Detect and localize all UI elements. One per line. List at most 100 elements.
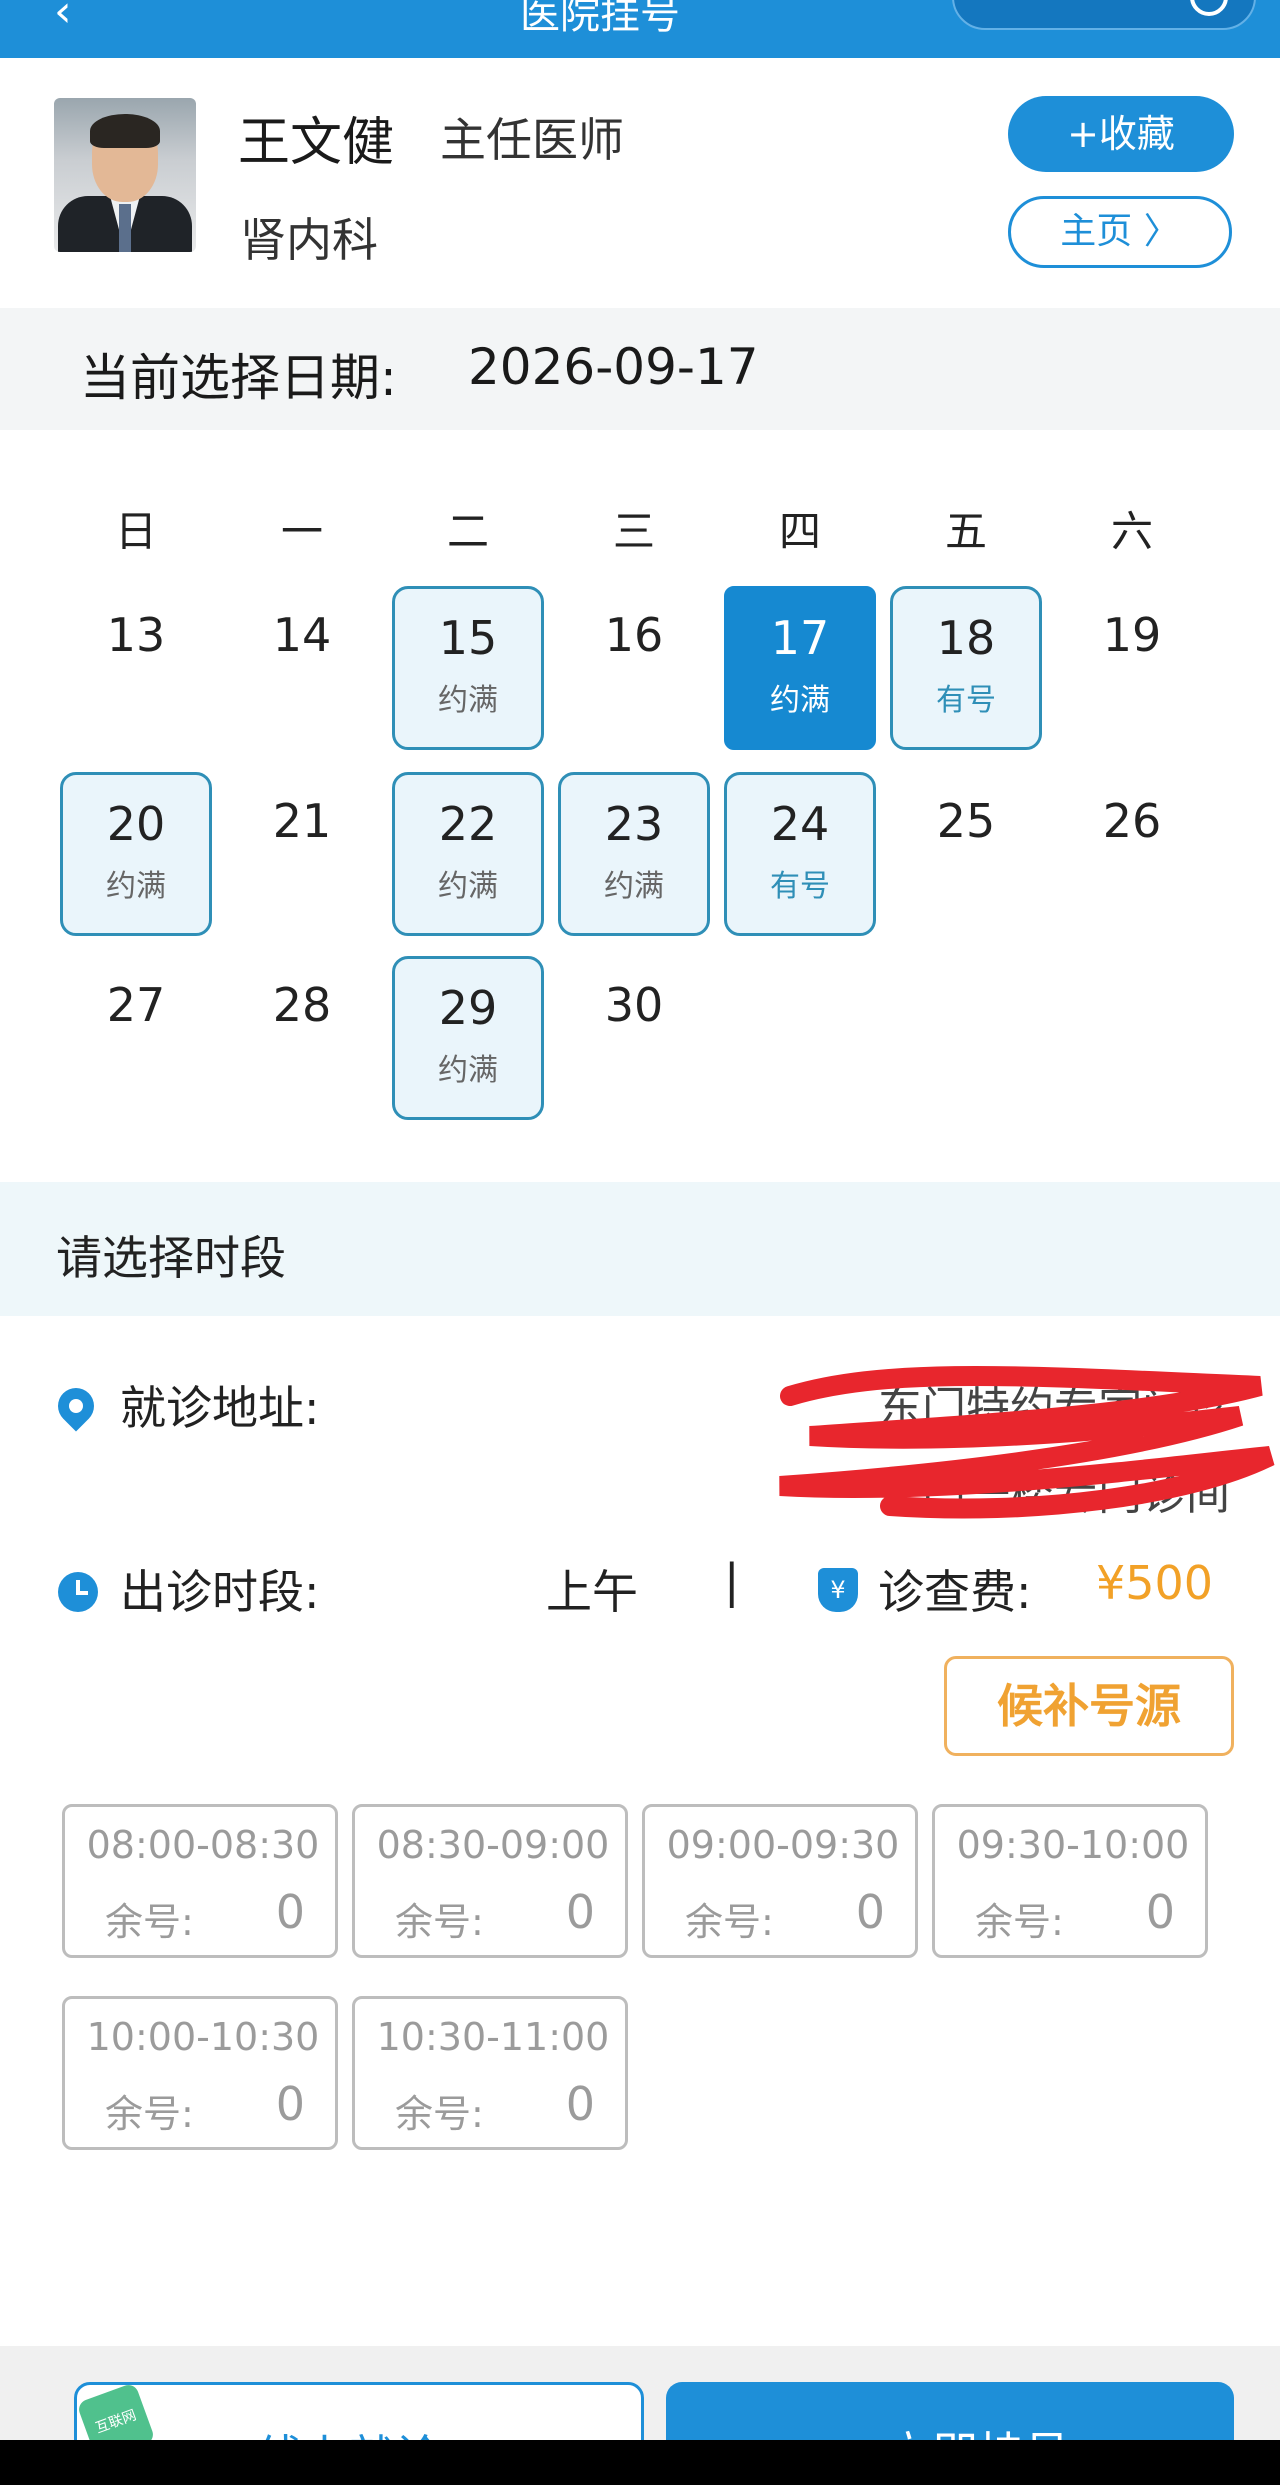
waitlist-button[interactable]: 候补号源 [944, 1656, 1234, 1756]
calendar-day[interactable]: 24 有号 [724, 772, 876, 936]
slot-remaining-count: 0 [855, 1885, 885, 1939]
calendar-day: 27 [60, 956, 212, 1120]
slot-remaining-label: 余号: [105, 1900, 194, 1944]
day-number: 23 [604, 797, 664, 851]
slot-remaining-label: 余号: [975, 1900, 1064, 1944]
slot-time: 10:30-11:00 [376, 2015, 610, 2059]
slot-remaining-count: 0 [565, 2077, 595, 2131]
calendar-day[interactable]: 22 约满 [392, 772, 544, 936]
time-period-label: 出诊时段: [120, 1565, 320, 1619]
time-slot[interactable]: 09:00-09:30 余号: 0 [642, 1804, 918, 1958]
day-status: 约满 [438, 869, 498, 904]
close-circle-icon[interactable] [1190, 0, 1228, 16]
calendar-day: 21 [226, 772, 378, 936]
calendar-day[interactable]: 23 约满 [558, 772, 710, 936]
redaction-scribble [779, 1366, 1275, 1519]
calendar-day: 13 [60, 586, 212, 750]
slot-remaining-count: 0 [275, 1885, 305, 1939]
back-icon[interactable]: ‹ [54, 0, 72, 37]
selected-date-label: 当前选择日期: [80, 349, 397, 407]
calendar-day: 30 [558, 956, 710, 1120]
day-number: 17 [770, 611, 830, 665]
day-status: 约满 [604, 869, 664, 904]
selected-date-row: 当前选择日期: 2026-09-17 [0, 308, 1280, 430]
day-number: 20 [106, 797, 166, 851]
day-status: 约满 [770, 683, 830, 718]
day-number: 26 [1102, 794, 1162, 848]
day-number: 27 [106, 978, 166, 1032]
doctor-avatar [54, 98, 196, 252]
page: ‹ 医院挂号 王文健 主任医师 肾内科 +收藏 主页 〉 当前选择日期: 202… [0, 0, 1280, 2485]
day-number: 19 [1102, 608, 1162, 662]
doctor-title: 主任医师 [440, 113, 624, 167]
slot-time: 08:00-08:30 [86, 1823, 320, 1867]
fee-icon: ¥ [818, 1568, 858, 1612]
day-number: 28 [272, 978, 332, 1032]
weekday-header: 日 [114, 507, 157, 556]
calendar-day[interactable]: 15 约满 [392, 586, 544, 750]
day-number: 21 [272, 794, 332, 848]
slot-time: 09:00-09:30 [666, 1823, 900, 1867]
system-nav-bar [0, 2440, 1280, 2485]
doctor-department: 肾内科 [240, 213, 378, 267]
day-status: 约满 [438, 683, 498, 718]
calendar-day: 25 [890, 772, 1042, 936]
period-section-title: 请选择时段 [56, 1231, 286, 1285]
calendar-day[interactable]: 20 约满 [60, 772, 212, 936]
calendar-day: 14 [226, 586, 378, 750]
slot-remaining-count: 0 [1145, 1885, 1175, 1939]
day-number: 15 [438, 611, 498, 665]
day-status: 有号 [770, 869, 830, 904]
day-number: 16 [604, 608, 664, 662]
calendar-day[interactable]: 18 有号 [890, 586, 1042, 750]
location-pin-icon [50, 1380, 102, 1432]
doctor-home-button[interactable]: 主页 〉 [1008, 196, 1232, 268]
time-slot[interactable]: 09:30-10:00 余号: 0 [932, 1804, 1208, 1958]
doctor-card: 王文健 主任医师 肾内科 +收藏 主页 〉 [0, 58, 1280, 308]
slot-remaining-label: 余号: [105, 2092, 194, 2136]
weekday-header: 二 [446, 507, 489, 556]
calendar-day: 16 [558, 586, 710, 750]
avatar-hair [90, 114, 160, 148]
fee-value: ¥500 [1096, 1556, 1214, 1610]
selected-date-value: 2026-09-17 [468, 338, 759, 396]
time-slot[interactable]: 08:00-08:30 余号: 0 [62, 1804, 338, 1958]
day-number: 30 [604, 978, 664, 1032]
day-number: 13 [106, 608, 166, 662]
calendar-day[interactable]: 29 约满 [392, 956, 544, 1120]
fee-label: 诊查费: [878, 1565, 1032, 1619]
page-title: 医院挂号 [520, 0, 680, 38]
time-period-value: 上午 [546, 1565, 638, 1619]
time-slot[interactable]: 10:30-11:00 余号: 0 [352, 1996, 628, 2150]
slot-remaining-count: 0 [275, 2077, 305, 2131]
avatar-tie [119, 204, 131, 252]
day-number: 14 [272, 608, 332, 662]
day-number: 22 [438, 797, 498, 851]
mini-program-capsule[interactable] [952, 0, 1256, 30]
calendar-day: 19 [1056, 586, 1208, 750]
time-slot[interactable]: 08:30-09:00 余号: 0 [352, 1804, 628, 1958]
weekday-header: 一 [280, 507, 323, 556]
clock-icon [58, 1572, 98, 1612]
slot-time: 10:00-10:30 [86, 2015, 320, 2059]
day-status: 约满 [438, 1053, 498, 1088]
favorite-button[interactable]: +收藏 [1008, 96, 1234, 172]
slot-remaining-label: 余号: [395, 2092, 484, 2136]
doctor-name: 王文健 [238, 113, 395, 173]
day-number: 29 [438, 981, 498, 1035]
day-status: 约满 [106, 869, 166, 904]
weekday-header: 五 [944, 507, 987, 556]
day-status: 有号 [936, 683, 996, 718]
calendar: 日 一 二 三 四 五 六 13 14 15 约满 16 17 约满 18 有号 19 20 约满 21 22 约满 23 约… [0, 430, 1280, 1182]
calendar-day[interactable]: 17 约满 [724, 586, 876, 750]
separator: | [724, 1554, 740, 1608]
calendar-day: 26 [1056, 772, 1208, 936]
period-section-header: 请选择时段 [0, 1182, 1280, 1316]
day-number: 24 [770, 797, 830, 851]
weekday-header: 六 [1110, 507, 1153, 556]
schedule-info: 就诊地址: 东门特约专家门诊 东门一楼专门诊间 出诊时段: 上午 | ¥ 诊查费… [0, 1316, 1280, 2346]
address-label: 就诊地址: [120, 1381, 320, 1435]
day-number: 18 [936, 611, 996, 665]
weekday-header: 三 [612, 507, 655, 556]
time-slot[interactable]: 10:00-10:30 余号: 0 [62, 1996, 338, 2150]
